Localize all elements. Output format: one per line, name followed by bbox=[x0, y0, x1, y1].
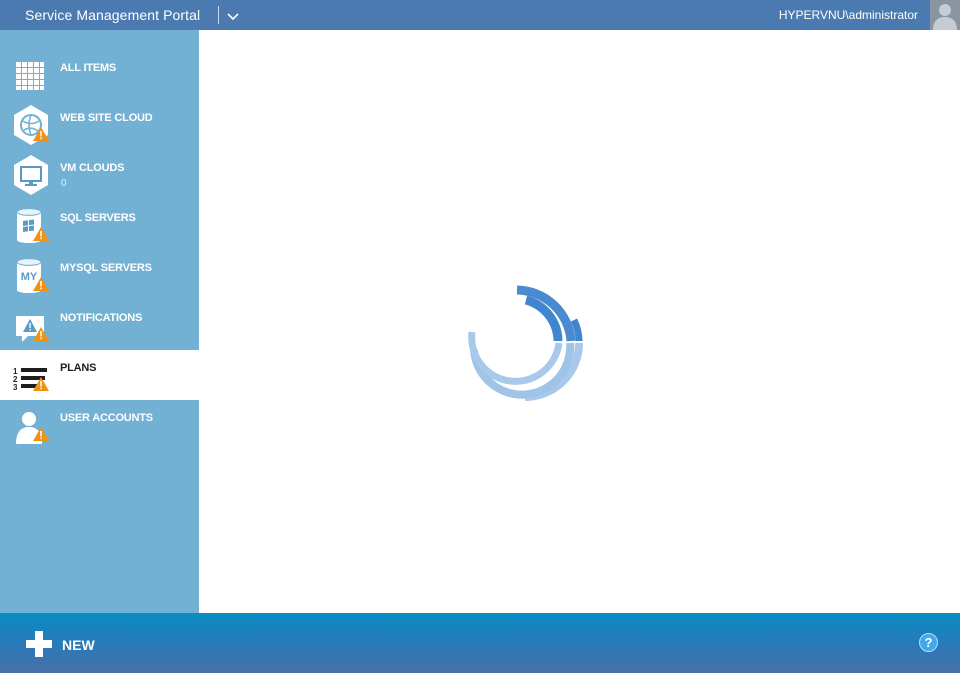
sidebar-item-web-site-cloud[interactable]: WEB SITE CLOUD bbox=[0, 100, 199, 150]
monitor-icon bbox=[10, 154, 52, 196]
main-content bbox=[199, 30, 960, 613]
title-separator bbox=[218, 6, 219, 24]
sidebar-item-user-accounts[interactable]: USER ACCOUNTS bbox=[0, 400, 199, 450]
help-icon[interactable]: ? bbox=[919, 633, 938, 652]
sidebar-item-label: WEB SITE CLOUD bbox=[60, 112, 153, 124]
sidebar-item-label: SQL SERVERS bbox=[60, 212, 136, 224]
sidebar-item-mysql-servers[interactable]: MY MYSQL SERVERS bbox=[0, 250, 199, 300]
avatar-icon[interactable] bbox=[930, 0, 960, 30]
svg-text:3: 3 bbox=[13, 383, 18, 392]
loading-spinner-icon bbox=[462, 280, 592, 410]
sidebar-item-plans[interactable]: 1 2 3 PLANS bbox=[0, 350, 199, 400]
sidebar-item-all-items[interactable]: ALL ITEMS bbox=[0, 50, 199, 100]
globe-icon bbox=[10, 104, 52, 146]
database-my-icon: MY bbox=[10, 254, 52, 296]
sidebar-item-notifications[interactable]: NOTIFICATIONS bbox=[0, 300, 199, 350]
svg-text:MY: MY bbox=[21, 271, 38, 283]
user-icon bbox=[10, 404, 52, 446]
new-button[interactable]: NEW bbox=[26, 629, 116, 657]
sidebar-item-label: NOTIFICATIONS bbox=[60, 312, 143, 324]
sidebar-item-label: PLANS bbox=[60, 362, 97, 374]
user-name[interactable]: HYPERVNU\administrator bbox=[779, 8, 918, 22]
sidebar-item-label: ALL ITEMS bbox=[60, 62, 117, 74]
plus-icon bbox=[26, 631, 52, 657]
grid-icon bbox=[10, 54, 52, 96]
vm-clouds-count: 0 bbox=[61, 178, 67, 189]
sidebar-item-vm-clouds[interactable]: VM CLOUDS 0 bbox=[0, 150, 199, 200]
portal-title[interactable]: Service Management Portal bbox=[25, 7, 200, 23]
sidebar-item-label: VM CLOUDS bbox=[60, 162, 125, 174]
sidebar: ALL ITEMS WEB SITE CLOUD VM CLOUDS 0 SQL… bbox=[0, 30, 199, 613]
database-windows-icon bbox=[10, 204, 52, 246]
sidebar-item-sql-servers[interactable]: SQL SERVERS bbox=[0, 200, 199, 250]
notification-bubble-icon bbox=[10, 304, 52, 346]
sidebar-item-label: MYSQL SERVERS bbox=[60, 262, 152, 274]
top-bar: Service Management Portal HYPERVNU\admin… bbox=[0, 0, 960, 30]
command-bar: NEW ? bbox=[0, 613, 960, 673]
chevron-down-icon[interactable] bbox=[224, 7, 242, 25]
new-button-label: NEW bbox=[62, 637, 95, 653]
numbered-list-icon: 1 2 3 bbox=[10, 354, 52, 396]
sidebar-item-label: USER ACCOUNTS bbox=[60, 412, 153, 424]
